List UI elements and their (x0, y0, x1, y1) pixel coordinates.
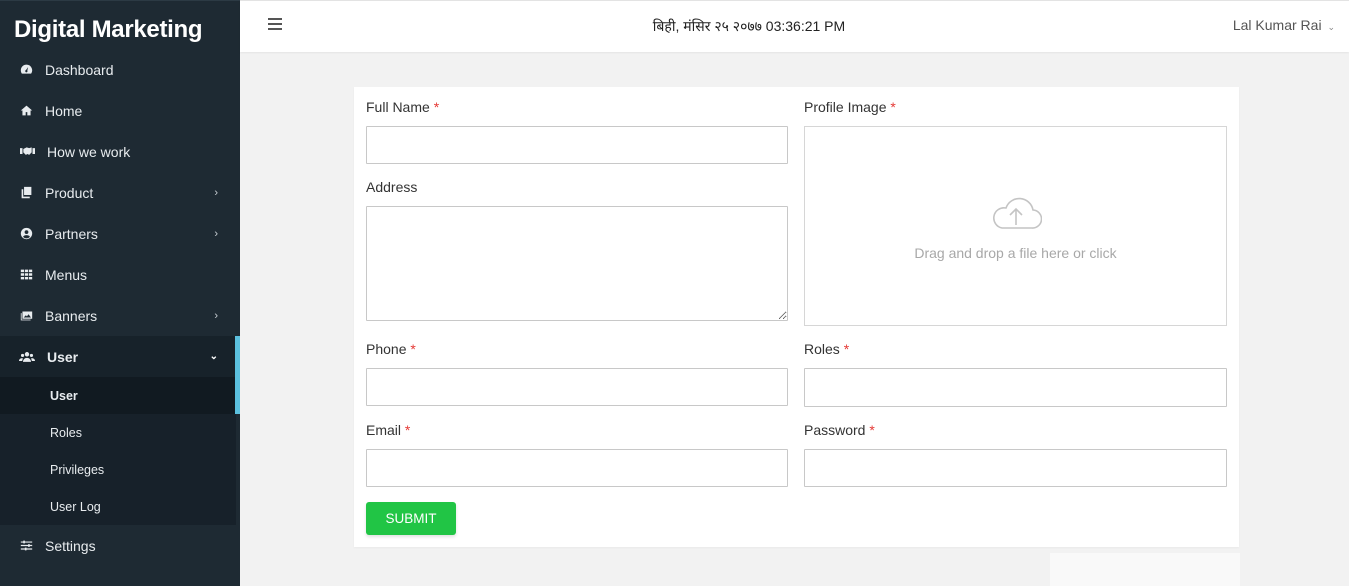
cloud-upload-icon (993, 197, 1042, 229)
user-circle-icon (19, 227, 33, 241)
submenu-item-roles[interactable]: Roles (0, 414, 236, 451)
image-icon (19, 309, 33, 323)
sidebar: Digital Marketing Dashboard Home How we … (0, 0, 240, 586)
datetime-display: बिही, मंसिर २५ २०७७ 03:36:21 PM (652, 18, 846, 34)
home-icon (19, 104, 33, 118)
sidebar-item-label: Product (45, 184, 94, 201)
phone-label: Phone * (366, 341, 416, 357)
address-label: Address (366, 179, 418, 195)
brand-title: Digital Marketing (14, 16, 203, 43)
user-menu[interactable]: Lal Kumar Rai ⌄ (1233, 17, 1335, 33)
sidebar-item-partners[interactable]: Partners › (0, 213, 240, 254)
handshake-icon (19, 145, 35, 159)
chevron-right-icon: › (214, 227, 218, 240)
email-input[interactable] (366, 449, 788, 487)
submenu-item-privileges[interactable]: Privileges (0, 451, 236, 488)
sidebar-item-label: Menus (45, 266, 88, 283)
sidebar-item-label: Settings (45, 537, 96, 554)
roles-label: Roles * (804, 341, 850, 357)
email-label: Email * (366, 422, 411, 438)
full-name-input[interactable] (366, 126, 788, 164)
sidebar-item-label: Banners (45, 307, 98, 324)
profile-image-label: Profile Image * (804, 99, 896, 115)
chevron-right-icon: › (214, 186, 218, 199)
sidebar-item-home[interactable]: Home (0, 90, 240, 131)
submenu-item-label: User (50, 388, 78, 403)
footer-strip (1050, 553, 1240, 586)
sidebar-item-how-we-work[interactable]: How we work (0, 131, 240, 172)
password-label: Password * (804, 422, 875, 438)
submenu-item-user[interactable]: User (0, 377, 236, 414)
sliders-icon (19, 539, 33, 553)
sidebar-item-label: Partners (45, 225, 98, 242)
submenu-item-user-log[interactable]: User Log (0, 488, 236, 525)
active-indicator (235, 336, 240, 414)
submenu-item-label: Privileges (50, 462, 105, 477)
chevron-right-icon: › (214, 309, 218, 322)
sidebar-item-settings[interactable]: Settings (0, 525, 240, 566)
address-textarea[interactable] (366, 206, 788, 321)
chevron-down-icon: ⌄ (209, 351, 218, 362)
sidebar-item-label: Dashboard (45, 61, 114, 78)
user-submenu: User Roles Privileges User Log (0, 377, 236, 525)
dropzone-message: Drag and drop a file here or click (914, 245, 1117, 261)
phone-input[interactable] (366, 368, 788, 406)
sidebar-item-dashboard[interactable]: Dashboard (0, 49, 240, 90)
password-input[interactable] (804, 449, 1227, 487)
sidebar-item-label: Home (45, 102, 83, 119)
full-name-label: Full Name * (366, 99, 440, 115)
user-name: Lal Kumar Rai (1232, 17, 1322, 33)
sidebar-item-label: User (47, 348, 79, 365)
roles-select[interactable] (804, 368, 1227, 407)
sidebar-item-product[interactable]: Product › (0, 172, 240, 213)
users-icon (19, 350, 35, 364)
submit-button[interactable]: SUBMIT (366, 502, 456, 535)
sidebar-item-user[interactable]: User ⌄ (0, 336, 240, 377)
submenu-item-label: User Log (50, 499, 101, 514)
sidebar-item-label: How we work (47, 143, 131, 160)
topbar: बिही, मंसिर २५ २०७७ 03:36:21 PM Lal Kuma… (240, 0, 1349, 52)
copy-icon (19, 186, 33, 200)
chevron-down-icon: ⌄ (1327, 22, 1335, 32)
grid-icon (19, 268, 33, 282)
dashboard-icon (19, 63, 33, 77)
user-form-card: Full Name * Profile Image * Drag and dro… (354, 87, 1239, 547)
profile-image-dropzone[interactable]: Drag and drop a file here or click (804, 126, 1227, 326)
sidebar-item-banners[interactable]: Banners › (0, 295, 240, 336)
sidebar-item-menus[interactable]: Menus (0, 254, 240, 295)
submenu-item-label: Roles (50, 425, 82, 440)
